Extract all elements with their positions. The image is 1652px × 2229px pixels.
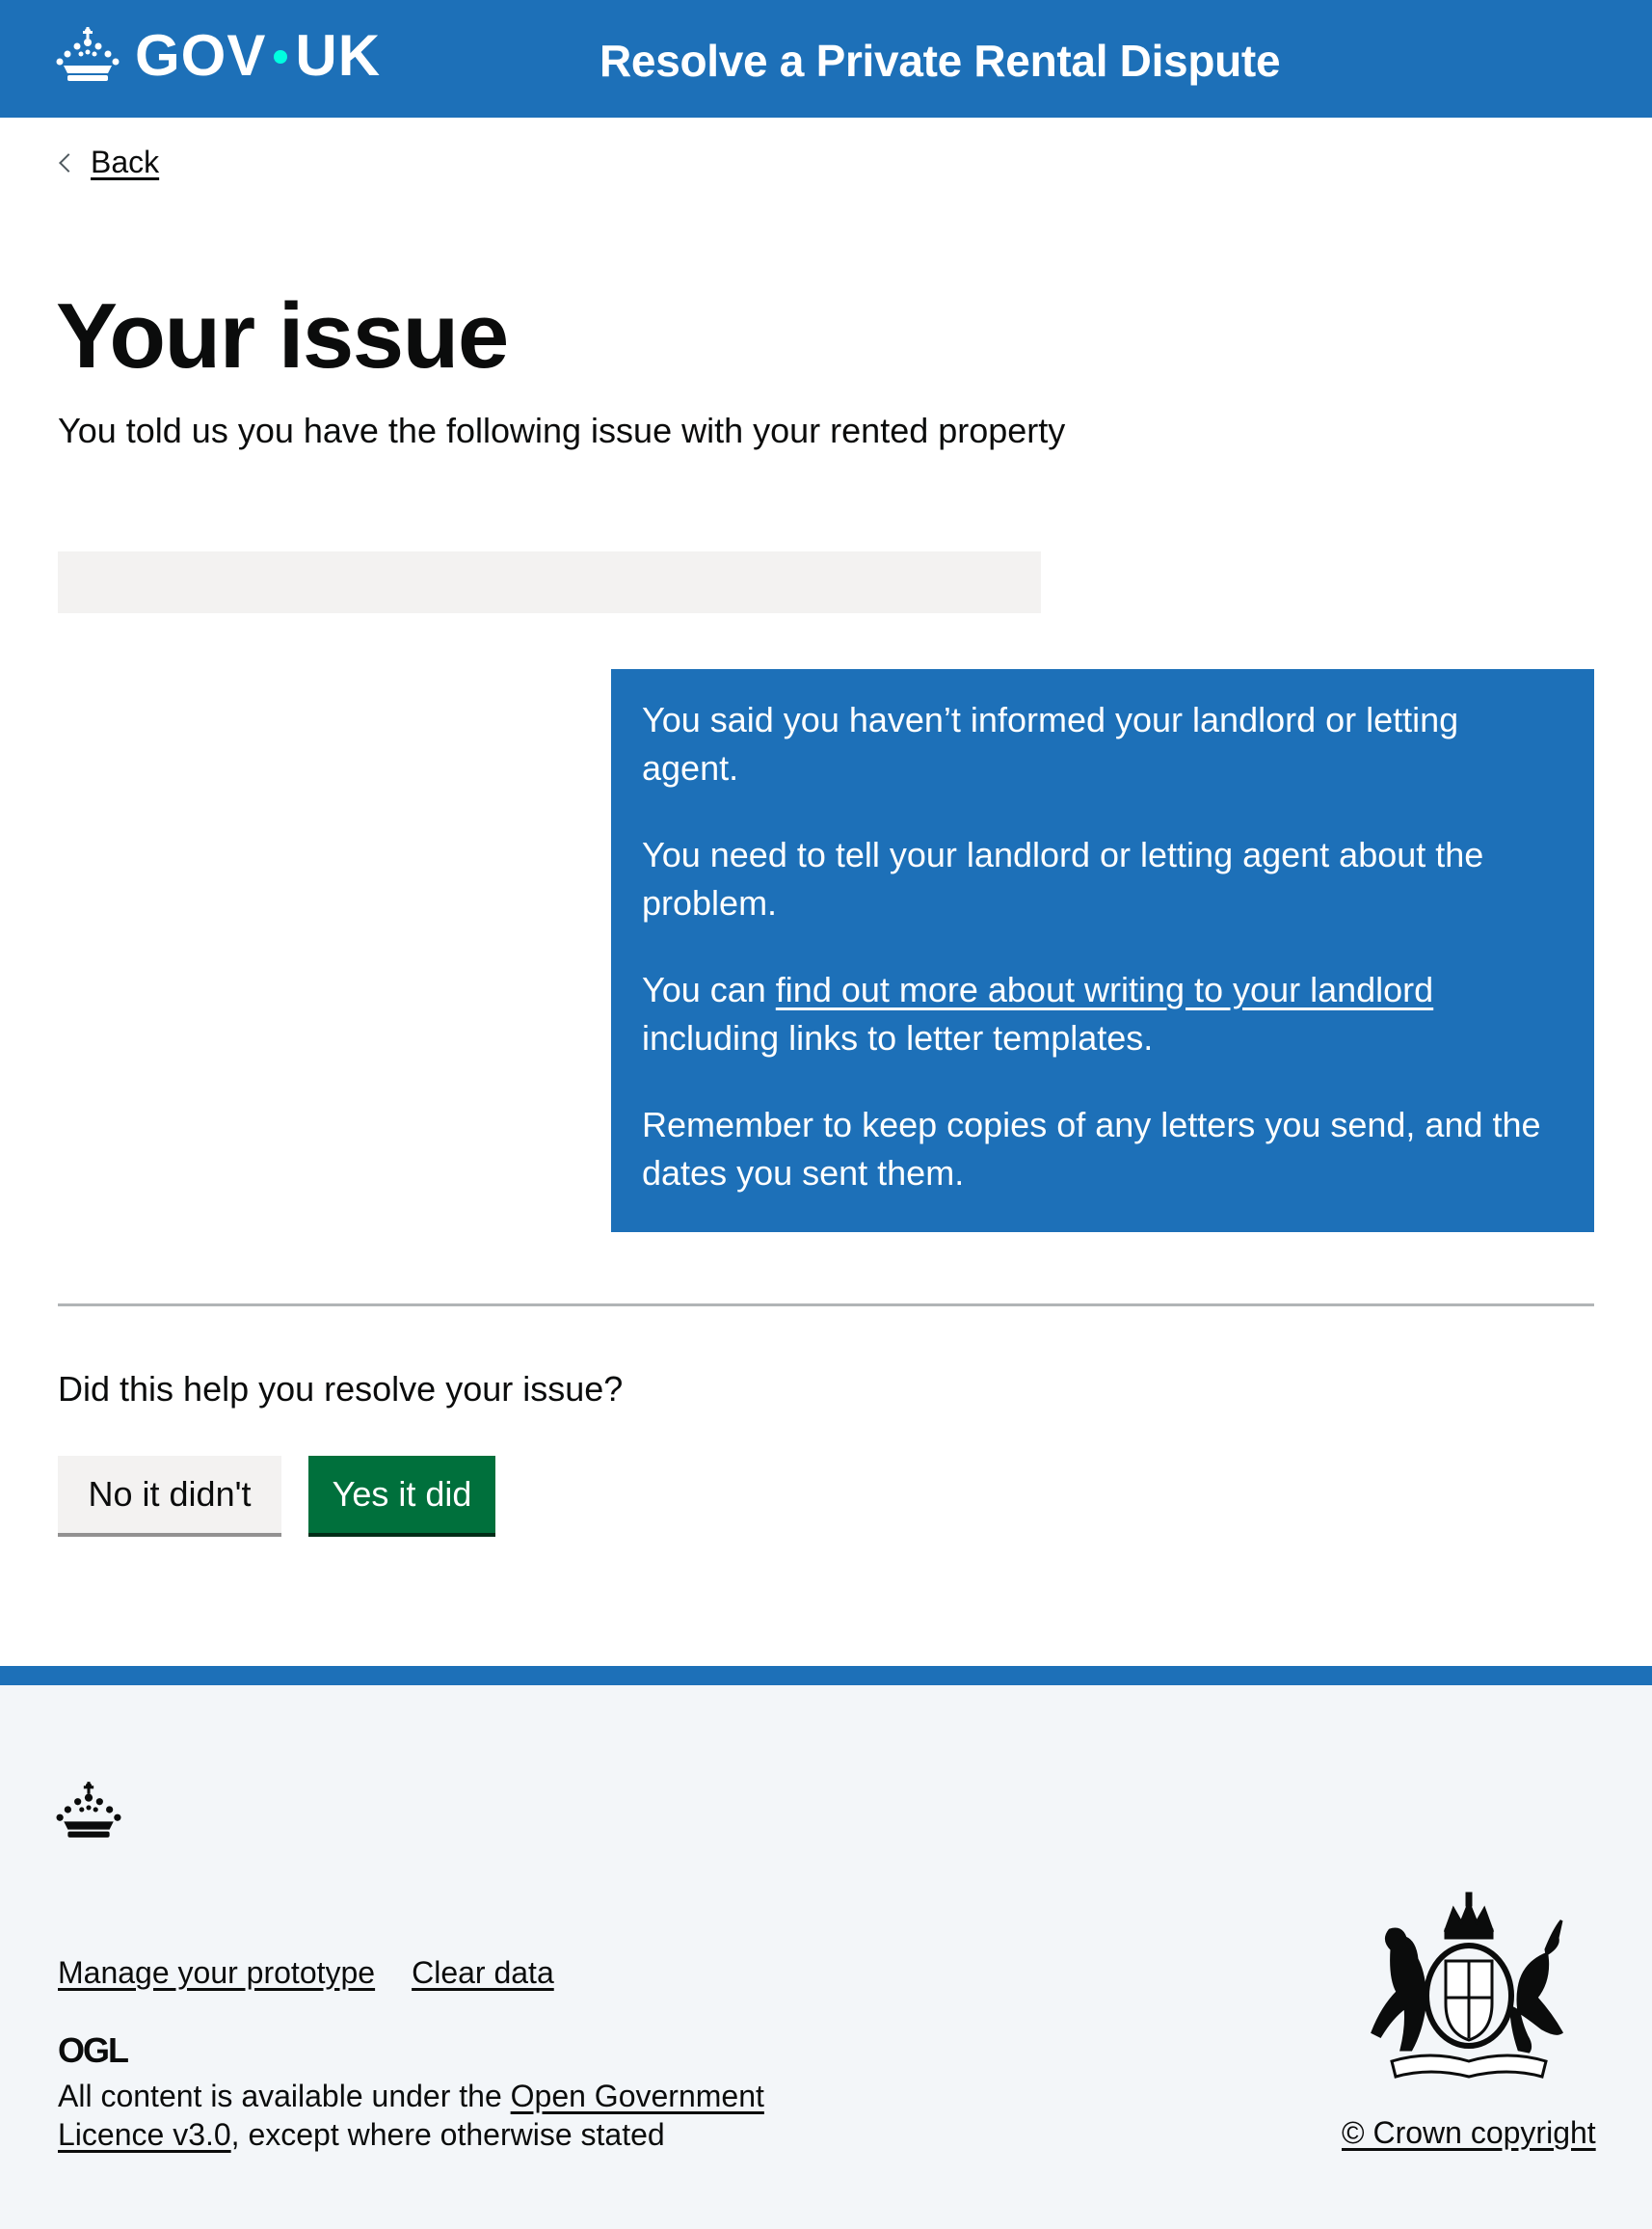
- chevron-left-icon: [59, 152, 78, 173]
- back-link-label: Back: [91, 145, 160, 179]
- panel-paragraph-4: Remember to keep copies of any letters y…: [642, 1105, 1541, 1193]
- ogl-logo-text: OGL: [58, 2032, 128, 2067]
- feedback-question: Did this help you resolve your issue?: [58, 1369, 624, 1409]
- footer-links: Manage your prototype Clear data: [58, 1955, 554, 1991]
- footer-crown-icon: [56, 1782, 121, 1838]
- panel-paragraph-2: You need to tell your landlord or lettin…: [642, 835, 1484, 923]
- logo-text-gov: GOV: [135, 22, 267, 88]
- logo-dot: [274, 50, 288, 64]
- issue-summary-placeholder: [58, 551, 1041, 613]
- panel-paragraph-3-prefix: You can: [642, 970, 776, 1009]
- back-link[interactable]: Back: [58, 145, 159, 180]
- info-panel: You said you haven’t informed your landl…: [611, 669, 1594, 1232]
- licence-prefix: All content is available under the: [58, 2079, 511, 2113]
- site-footer: Manage your prototype Clear data OGL All…: [0, 1666, 1652, 2229]
- page-title: Your issue: [56, 284, 509, 388]
- writing-to-landlord-link[interactable]: find out more about writing to your land…: [776, 970, 1433, 1009]
- panel-paragraph-3-suffix: including links to letter templates.: [642, 1018, 1154, 1058]
- govuk-logo-link[interactable]: GOV UK: [56, 22, 381, 89]
- ogl-logo-icon: OGL: [58, 2032, 130, 2067]
- panel-paragraph-1: You said you haven’t informed your landl…: [642, 700, 1459, 788]
- royal-coat-of-arms-icon: [1371, 1892, 1563, 2079]
- service-name-link[interactable]: Resolve a Private Rental Dispute: [600, 35, 1281, 87]
- manage-prototype-link[interactable]: Manage your prototype: [58, 1955, 375, 1991]
- panel-paragraph-3: You can find out more about writing to y…: [642, 966, 1563, 1062]
- crown-copyright-link[interactable]: © Crown copyright: [1342, 2115, 1596, 2151]
- govuk-wordmark: GOV UK: [135, 22, 381, 89]
- site-header: GOV UK Resolve a Private Rental Dispute: [0, 0, 1652, 118]
- no-it-didnt-button[interactable]: No it didn't: [58, 1456, 281, 1533]
- licence-text: All content is available under the Open …: [58, 2077, 810, 2154]
- lead-text: You told us you have the following issue…: [58, 411, 1066, 450]
- licence-suffix: , except where otherwise stated: [230, 2117, 665, 2152]
- yes-it-did-button[interactable]: Yes it did: [308, 1456, 495, 1533]
- logo-text-uk: UK: [295, 22, 382, 88]
- section-divider: [58, 1303, 1594, 1306]
- clear-data-link[interactable]: Clear data: [412, 1955, 554, 1991]
- crown-icon: [56, 27, 120, 81]
